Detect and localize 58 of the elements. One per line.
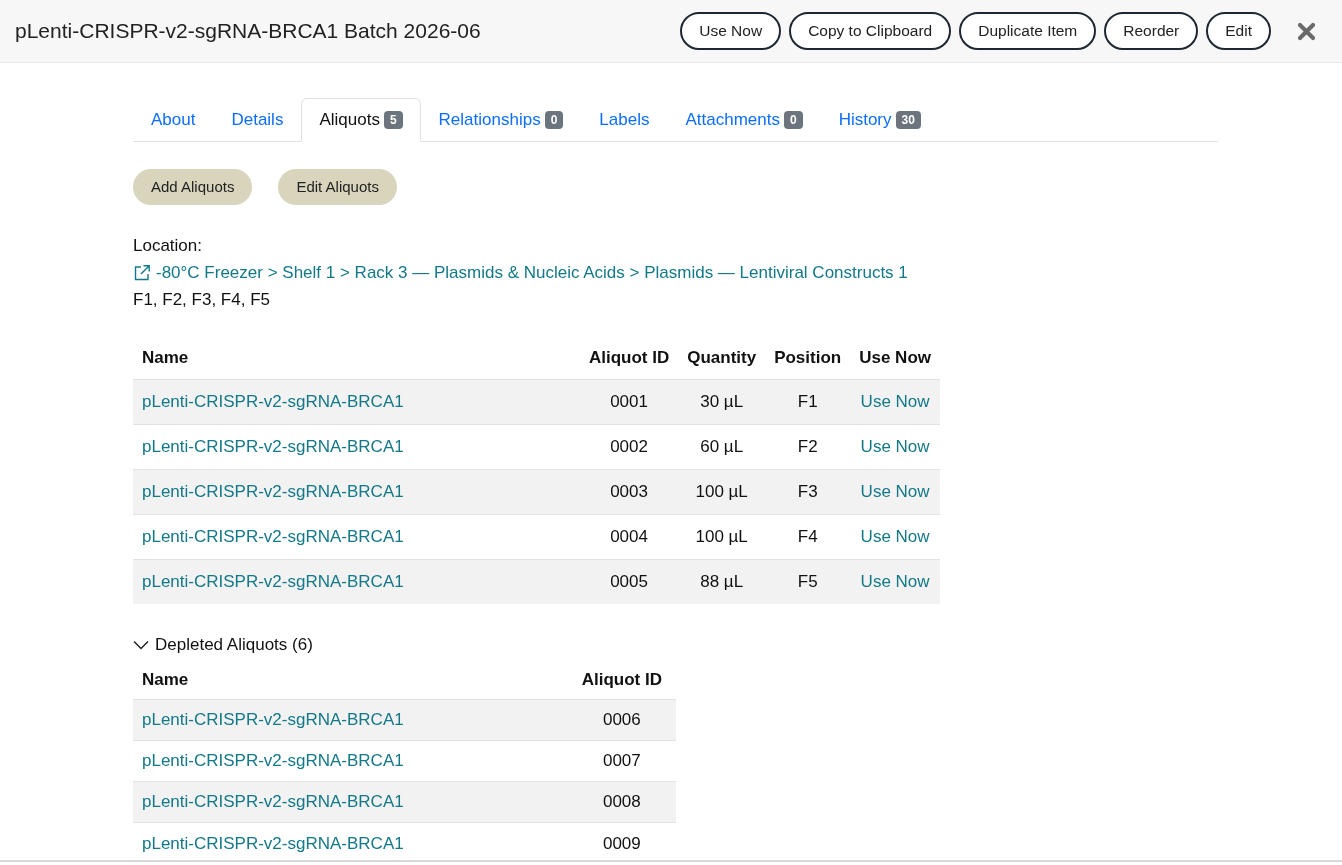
- column-header: Name: [133, 660, 573, 700]
- aliquot-action-button[interactable]: Add Aliquots: [133, 169, 253, 205]
- count-badge: 30: [895, 111, 921, 129]
- quantity: 88 µL: [700, 572, 744, 591]
- aliquot-link[interactable]: pLenti-CRISPR-v2-sgRNA-BRCA1: [142, 751, 404, 771]
- aliquot-action-button[interactable]: Edit Aliquots: [278, 169, 397, 205]
- location-link[interactable]: -80°C Freezer > Shelf 1 > Rack 3 — Plasmids & Nucleic Acids > Plasmids — Lentiviral Constructs 1: [133, 259, 908, 286]
- position: F3: [797, 481, 818, 501]
- aliquot-id: 0001: [610, 391, 648, 411]
- action-button[interactable]: Use Now: [680, 12, 782, 50]
- aliquot-id: 0005: [610, 572, 648, 591]
- external-link-icon: [133, 263, 151, 282]
- tab[interactable]: Attachments 0: [667, 98, 821, 142]
- count-badge: 5: [383, 111, 403, 129]
- action-button[interactable]: Duplicate Item: [959, 12, 1097, 50]
- aliquot-id: 0002: [610, 436, 648, 456]
- quantity: 100 µL: [695, 526, 748, 546]
- position: F4: [797, 526, 818, 546]
- close-button[interactable]: [1297, 21, 1316, 41]
- page-title: pLenti-CRISPR-v2-sgRNA-BRCA1 Batch 2026-06: [15, 18, 481, 44]
- tab[interactable]: Labels: [581, 98, 668, 142]
- aliquot-id: 0009: [602, 833, 641, 853]
- aliquot-id: 0004: [610, 526, 648, 546]
- column-header: Aliquot ID: [579, 337, 679, 379]
- column-header: Use Now: [850, 337, 940, 379]
- location-label: Location:: [133, 236, 202, 255]
- column-header: Aliquot ID: [572, 660, 676, 700]
- quantity: 60 µL: [700, 436, 744, 456]
- aliquot-link[interactable]: pLenti-CRISPR-v2-sgRNA-BRCA1: [142, 436, 404, 456]
- tab[interactable]: Aliquots 5: [301, 98, 421, 142]
- use-now-link[interactable]: Use Now: [860, 436, 930, 456]
- tab[interactable]: Details: [213, 98, 302, 142]
- count-badge: 0: [783, 111, 803, 129]
- action-button[interactable]: Edit: [1206, 12, 1271, 50]
- tab[interactable]: History 30: [820, 98, 939, 142]
- close-icon: [1297, 21, 1316, 41]
- use-now-link[interactable]: Use Now: [860, 526, 930, 546]
- aliquot-id: 0008: [602, 792, 641, 812]
- position: F5: [797, 572, 818, 591]
- position: F2: [797, 436, 818, 456]
- aliquot-id: 0007: [602, 751, 641, 771]
- quantity: 30 µL: [700, 391, 744, 411]
- quantity: 100 µL: [695, 481, 748, 501]
- column-header: Position: [765, 337, 851, 379]
- aliquot-id: 0003: [610, 481, 648, 501]
- depleted-toggle[interactable]: Depleted Aliquots (6): [133, 632, 313, 658]
- tab[interactable]: Relationships 0: [420, 98, 582, 142]
- aliquot-id: 0006: [602, 710, 641, 730]
- column-header: Quantity: [678, 337, 766, 379]
- column-header: Name: [133, 337, 580, 379]
- count-badge: 0: [544, 111, 564, 129]
- position: F1: [797, 391, 818, 411]
- action-button[interactable]: Reorder: [1104, 12, 1199, 50]
- aliquot-link[interactable]: pLenti-CRISPR-v2-sgRNA-BRCA1: [142, 526, 404, 546]
- location-positions: F1, F2, F3, F4, F5: [133, 290, 270, 309]
- action-button[interactable]: Copy to Clipboard: [789, 12, 952, 50]
- tab[interactable]: About: [133, 98, 214, 142]
- aliquot-link[interactable]: pLenti-CRISPR-v2-sgRNA-BRCA1: [142, 833, 404, 853]
